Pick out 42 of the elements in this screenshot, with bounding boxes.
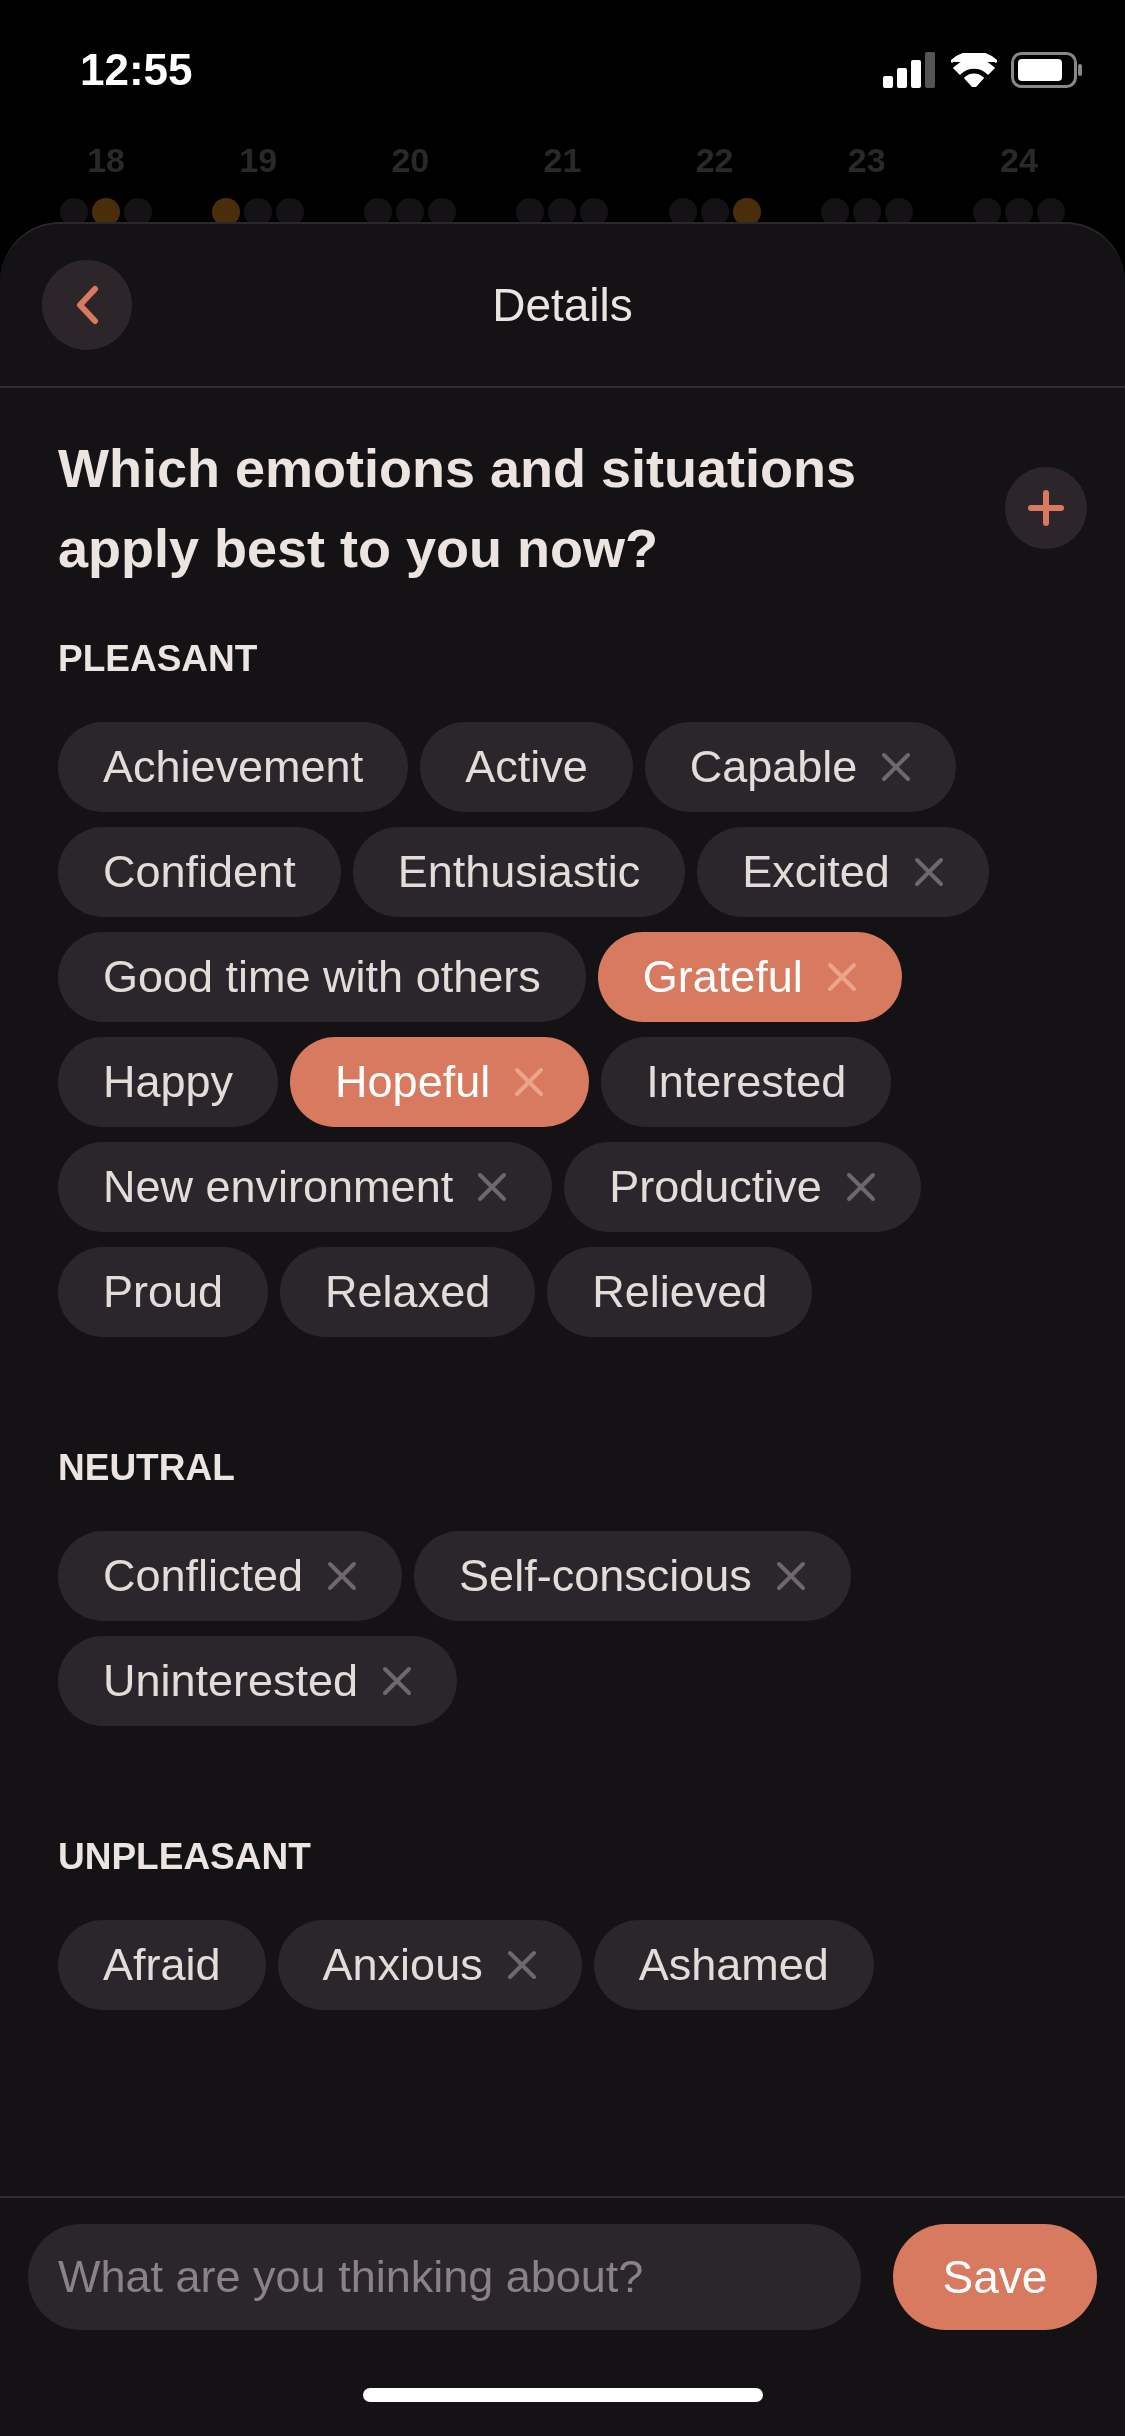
signal-icon: [883, 52, 937, 88]
emotion-chip[interactable]: Confident: [58, 827, 341, 917]
remove-icon[interactable]: [826, 962, 857, 992]
emotion-chip[interactable]: Anxious: [277, 1920, 582, 2010]
back-icon: [75, 285, 99, 325]
emotion-chip[interactable]: Happy: [58, 1037, 279, 1127]
question-heading: Which emotions and situations apply best to you now?: [58, 437, 858, 580]
emotion-chip[interactable]: Excited: [697, 827, 989, 917]
remove-icon[interactable]: [327, 1561, 358, 1591]
emotion-chip[interactable]: Uninterested: [58, 1636, 458, 1726]
remove-icon[interactable]: [845, 1172, 876, 1202]
remove-icon[interactable]: [913, 857, 944, 887]
emotion-chip[interactable]: Self-conscious: [414, 1531, 851, 1621]
emotion-chip[interactable]: Ashamed: [593, 1920, 874, 2010]
emotion-chip[interactable]: Afraid: [58, 1920, 266, 2010]
emotion-chip[interactable]: Relieved: [547, 1247, 813, 1337]
emotion-chip[interactable]: Good time with others: [58, 932, 586, 1022]
status-time: 12:55: [80, 45, 193, 95]
emotion-chip[interactable]: Capable: [644, 722, 957, 812]
remove-icon[interactable]: [477, 1172, 508, 1202]
emotion-chip[interactable]: New environment: [58, 1142, 553, 1232]
emotion-chip[interactable]: Proud: [58, 1247, 269, 1337]
remove-icon[interactable]: [382, 1666, 413, 1696]
remove-icon[interactable]: [506, 1950, 537, 1980]
remove-icon[interactable]: [514, 1067, 545, 1097]
section-label: NEUTRAL: [58, 1447, 236, 1489]
remove-icon[interactable]: [775, 1561, 806, 1591]
battery-icon: [1011, 52, 1083, 88]
emotion-chip[interactable]: Achievement: [58, 722, 409, 812]
section-label: UNPLEASANT: [58, 1836, 312, 1878]
section-label: PLEASANT: [58, 638, 259, 680]
emotion-chip[interactable]: Enthusiastic: [352, 827, 686, 917]
emotion-chip[interactable]: Conflicted: [58, 1531, 403, 1621]
emotion-chip[interactable]: Active: [420, 722, 633, 812]
emotion-chip[interactable]: Interested: [601, 1037, 892, 1127]
header-title: Details: [492, 278, 633, 332]
plus-icon: [1028, 490, 1064, 526]
emotion-chip[interactable]: Productive: [564, 1142, 921, 1232]
wifi-icon: [951, 53, 997, 87]
remove-icon[interactable]: [881, 752, 912, 782]
emotion-chip[interactable]: Relaxed: [280, 1247, 536, 1337]
thought-input[interactable]: What are you thinking about?: [28, 2224, 861, 2330]
